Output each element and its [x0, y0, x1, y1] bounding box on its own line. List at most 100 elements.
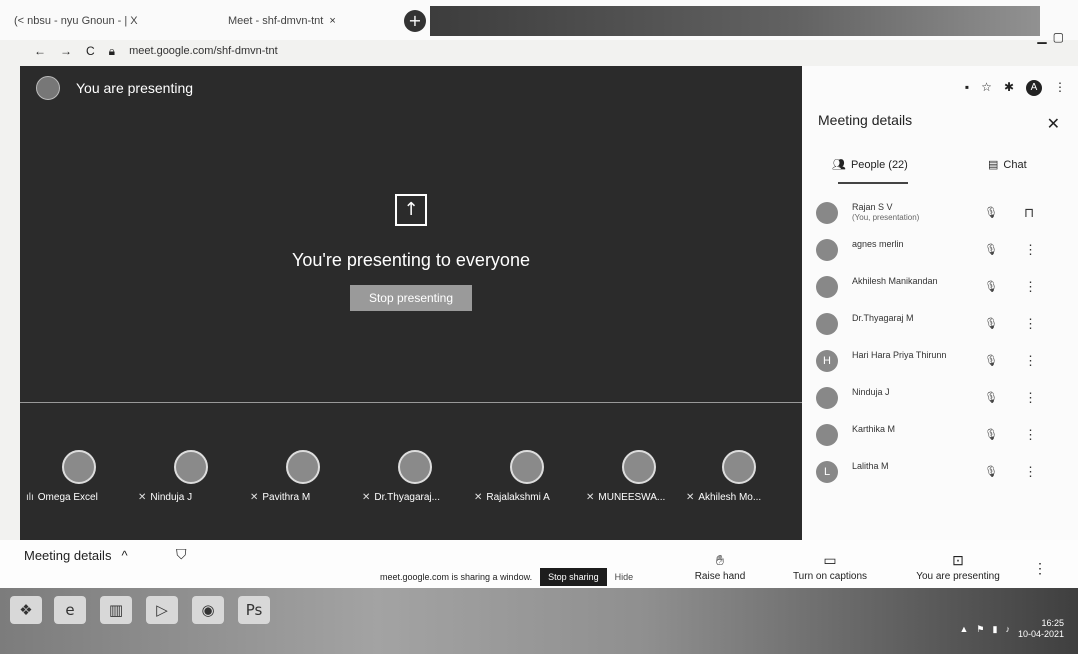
start-icon[interactable]: ❖: [10, 596, 42, 624]
more-options-icon[interactable]: ⋮: [1024, 427, 1037, 443]
presenting-message: You're presenting to everyone: [292, 250, 530, 270]
volume-icon[interactable]: ♪: [1005, 624, 1010, 634]
more-options-icon[interactable]: ⋮: [1024, 316, 1037, 332]
browser-tab-1[interactable]: (< nbsu - nyu Gnoun - | X: [14, 8, 224, 34]
shield-icon[interactable]: ⛉: [176, 546, 187, 563]
avatar: H: [816, 349, 838, 372]
thumbnail-name: Rajalakshmi A: [486, 492, 550, 503]
person-name: Rajan S V: [852, 202, 893, 212]
mic-off-icon: 🎙︎: [984, 281, 998, 293]
list-item[interactable]: H Hari Hara Priya Thirunn 🎙︎ ⋮: [802, 342, 1078, 379]
presenting-button[interactable]: ⊡ You are presenting: [908, 552, 1008, 582]
flag-icon[interactable]: ⚑: [976, 624, 984, 635]
avatar: [286, 450, 320, 484]
close-icon[interactable]: ✕: [1047, 114, 1060, 134]
tab-people[interactable]: 👥︎ People (22): [832, 158, 908, 172]
tray-up-icon[interactable]: ▲: [960, 624, 969, 634]
meeting-details-panel: ▪ ☆ ✱ A ⋮ Meeting details ✕ 👥︎ People (2…: [802, 66, 1078, 546]
sharing-notification: meet.google.com is sharing a window. Sto…: [380, 566, 633, 588]
panel-tabs: 👥︎ People (22) ▤ Chat: [802, 154, 1078, 184]
sharing-notice-text: meet.google.com is sharing a window.: [380, 572, 533, 582]
clock[interactable]: 16:25 10-04-2021: [1018, 618, 1064, 640]
participant-thumbnail[interactable]: ✕ Pavithra M: [250, 450, 368, 510]
star-icon[interactable]: ☆: [981, 80, 992, 96]
more-options-icon[interactable]: ⋮: [1024, 353, 1037, 369]
system-tray: ▲ ⚑ ▮ ♪ 16:25 10-04-2021: [960, 618, 1065, 640]
avatar: [36, 76, 60, 100]
list-item[interactable]: Akhilesh Manikandan 🎙︎ ⋮: [802, 268, 1078, 305]
person-name: Hari Hara Priya Thirunn: [852, 350, 947, 360]
reload-icon[interactable]: C: [86, 44, 95, 58]
tab-2-title: Meet - shf-dmvn-tnt: [228, 15, 324, 27]
back-icon[interactable]: ←: [34, 44, 46, 58]
more-options-icon[interactable]: ⋮: [1024, 242, 1037, 258]
person-name: Dr.Thyagaraj M: [852, 313, 914, 323]
stage-divider: [20, 402, 802, 403]
presenting-title: You are presenting: [76, 80, 194, 96]
meeting-details-label: Meeting details: [24, 548, 112, 563]
new-tab-button[interactable]: +: [404, 10, 426, 32]
mic-off-icon: 🎙︎: [984, 318, 998, 330]
participant-thumbnail[interactable]: ✕ Akhilesh Mo...: [686, 450, 804, 510]
captions-label: Turn on captions: [792, 571, 868, 582]
meeting-details-toggle[interactable]: Meeting details ^: [24, 548, 128, 563]
chat-icon: ▤: [988, 159, 999, 171]
raise-hand-label: Raise hand: [694, 571, 746, 582]
mic-off-icon: 🎙︎: [984, 466, 998, 478]
stop-sharing-button[interactable]: Stop sharing: [540, 568, 607, 586]
captions-button[interactable]: ▭ Turn on captions: [790, 552, 870, 582]
tabstrip-background: [430, 6, 1040, 36]
list-item[interactable]: Dr.Thyagaraj M 🎙︎ ⋮: [802, 305, 1078, 342]
more-options-icon[interactable]: ⋮: [1030, 560, 1050, 577]
avatar: [816, 201, 838, 224]
lock-icon: 🔒︎: [108, 43, 116, 58]
participant-thumbnail[interactable]: ✕ Rajalakshmi A: [474, 450, 592, 510]
tab-people-label: People (22): [850, 158, 908, 171]
more-options-icon[interactable]: ⋮: [1024, 279, 1037, 295]
extensions-icon[interactable]: ✱: [1004, 80, 1014, 96]
list-item[interactable]: Karthika M 🎙︎ ⋮: [802, 416, 1078, 453]
person-name: Karthika M: [852, 424, 896, 434]
tab-chat-label: Chat: [1003, 158, 1027, 171]
participant-thumbnail[interactable]: ✕ Dr.Thyagaraj...: [362, 450, 480, 510]
list-item[interactable]: agnes merlin 🎙︎ ⋮: [802, 231, 1078, 268]
account-icon[interactable]: A: [1026, 80, 1042, 96]
person-name: agnes merlin: [852, 239, 904, 249]
windows-taskbar: ❖ e ▥ ▷ ◉ Ps ▲ ⚑ ▮ ♪ 16:25 10-04-2021: [0, 588, 1078, 654]
avatar: [816, 423, 838, 446]
stage-header: You are presenting: [36, 76, 193, 100]
hide-button[interactable]: Hide: [615, 572, 634, 582]
menu-icon[interactable]: ⋮: [1054, 80, 1066, 96]
camera-icon[interactable]: ▪: [965, 80, 969, 96]
raise-hand-button[interactable]: ✋︎ Raise hand: [690, 552, 750, 582]
list-item[interactable]: Ninduja J 🎙︎ ⋮: [802, 379, 1078, 416]
participant-thumbnail[interactable]: ılı Omega Excel: [26, 450, 144, 510]
thumbnail-name: Pavithra M: [262, 492, 311, 503]
more-options-icon[interactable]: ⋮: [1024, 464, 1037, 480]
file-explorer-icon[interactable]: ▥: [100, 596, 132, 624]
chrome-icon[interactable]: ◉: [192, 596, 224, 624]
thumbnail-label: ✕ Ninduja J: [138, 492, 256, 503]
people-list: Rajan S V (You, presentation) 🎙︎ ⊓ agnes…: [802, 194, 1078, 490]
more-options-icon[interactable]: ⋮: [1024, 390, 1037, 406]
thumbnail-name: Dr.Thyagaraj...: [374, 492, 440, 503]
thumbnail-name: MUNEESWA...: [598, 492, 666, 503]
photoshop-icon[interactable]: Ps: [238, 596, 270, 624]
internet-explorer-icon[interactable]: e: [54, 596, 86, 624]
forward-icon[interactable]: →: [60, 44, 72, 58]
url-field[interactable]: meet.google.com/shf-dmvn-tnt: [129, 45, 278, 57]
list-item[interactable]: L Lalitha M 🎙︎ ⋮: [802, 453, 1078, 490]
network-icon[interactable]: ▮: [993, 624, 998, 635]
avatar: L: [816, 460, 838, 483]
list-item[interactable]: Rajan S V (You, presentation) 🎙︎ ⊓: [802, 194, 1078, 231]
media-player-icon[interactable]: ▷: [146, 596, 178, 624]
stop-presenting-button[interactable]: Stop presenting: [350, 285, 472, 311]
tab-chat[interactable]: ▤ Chat: [988, 158, 1027, 172]
browser-tab-meet[interactable]: Meet - shf-dmvn-tnt ×: [228, 8, 398, 34]
avatar: [816, 275, 838, 298]
close-tab-icon[interactable]: ×: [329, 15, 335, 27]
audio-icon: ılı: [26, 492, 34, 503]
chevron-up-icon: ^: [121, 548, 128, 563]
participant-thumbnail[interactable]: ✕ Ninduja J: [138, 450, 256, 510]
pin-icon[interactable]: ⊓: [1024, 205, 1034, 221]
